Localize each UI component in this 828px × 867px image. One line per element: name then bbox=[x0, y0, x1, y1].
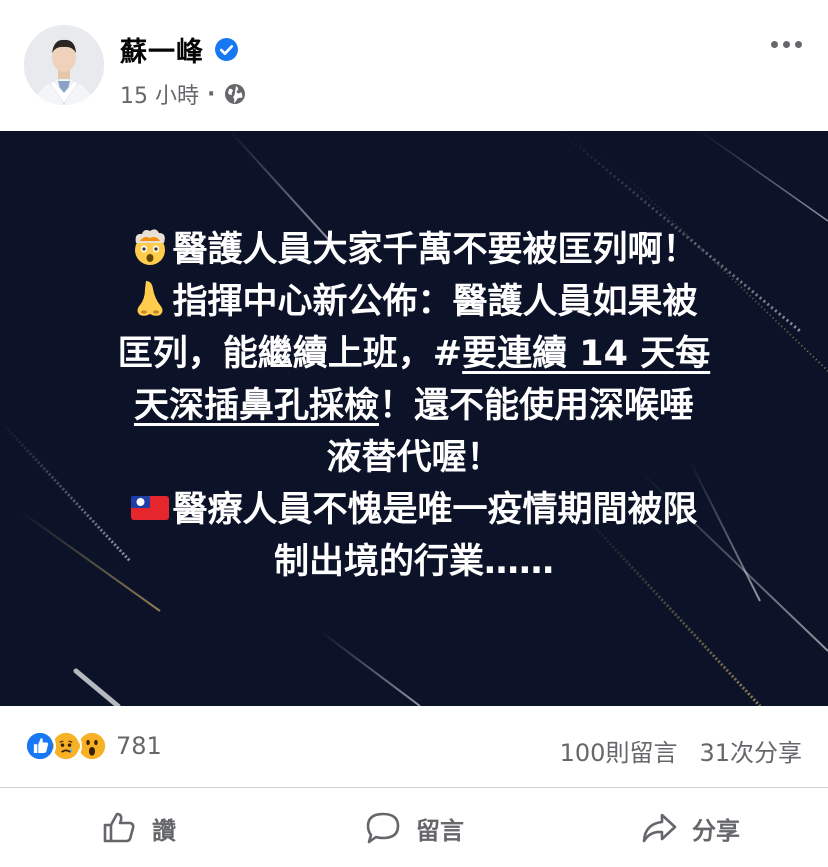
comment-count-link[interactable]: 100則留言 bbox=[560, 733, 678, 768]
text-line-6-content: 醫療人員不愧是唯一疫情期間被限 bbox=[172, 490, 698, 530]
post-image-text: 醫護人員大家千萬不要被匡列啊！ 指揮中心新公佈：醫護人員如果被 匡列，能繼續上班… bbox=[60, 224, 768, 588]
more-dot bbox=[782, 40, 790, 48]
more-options-button[interactable] bbox=[768, 34, 804, 54]
like-reaction-icon bbox=[24, 730, 56, 762]
like-label: 讚 bbox=[152, 816, 176, 845]
verified-badge-icon bbox=[215, 38, 238, 61]
share-arrow-icon bbox=[642, 813, 677, 843]
more-dot bbox=[770, 40, 778, 48]
text-line-7: 制出境的行業…… bbox=[273, 542, 554, 582]
more-dot bbox=[794, 40, 802, 48]
post-header: 蘇一峰 15 小時 · bbox=[0, 0, 828, 131]
like-button[interactable]: 讚 bbox=[0, 789, 276, 867]
share-button[interactable]: 分享 bbox=[552, 789, 828, 867]
post-image[interactable]: 醫護人員大家千萬不要被匡列啊！ 指揮中心新公佈：醫護人員如果被 匡列，能繼續上班… bbox=[0, 131, 828, 706]
author-name[interactable]: 蘇一峰 bbox=[120, 30, 204, 69]
comment-bubble-icon bbox=[366, 812, 400, 844]
reaction-summary[interactable]: 781 bbox=[24, 730, 162, 762]
text-line-2: 指揮中心新公佈：醫護人員如果被 bbox=[60, 276, 768, 328]
text-line-3-start: 匡列，能繼續上班，# bbox=[117, 334, 463, 374]
globe-icon[interactable] bbox=[223, 82, 247, 106]
post-actions: 讚 留言 分享 bbox=[0, 789, 828, 867]
text-line-5: 液替代喔！ bbox=[326, 438, 502, 478]
comment-button[interactable]: 留言 bbox=[276, 789, 552, 867]
thumbs-up-icon bbox=[103, 812, 135, 843]
nose-emoji-icon bbox=[137, 281, 163, 316]
meta-separator: · bbox=[207, 81, 216, 107]
post-stats: 781 100則留言 31次分享 bbox=[0, 706, 828, 788]
taiwan-flag-emoji-icon bbox=[131, 496, 170, 520]
text-line-1-content: 醫護人員大家千萬不要被匡列啊！ bbox=[172, 230, 698, 270]
post-timestamp[interactable]: 15 小時 bbox=[120, 78, 199, 110]
text-line-2-content: 指揮中心新公佈：醫護人員如果被 bbox=[172, 282, 698, 322]
text-line-1: 醫護人員大家千萬不要被匡列啊！ bbox=[60, 224, 768, 276]
text-line-3-underlined: 要連續 14 天每 bbox=[462, 334, 711, 374]
comment-label: 留言 bbox=[416, 816, 464, 845]
author-avatar[interactable] bbox=[24, 25, 104, 105]
exploding-head-emoji-icon bbox=[135, 229, 166, 265]
text-line-4: 天深插鼻孔採檢！還不能使用深喉唾 bbox=[60, 380, 768, 432]
text-line-3: 匡列，能繼續上班，#要連續 14 天每 bbox=[60, 328, 768, 380]
text-line-4-end: ！還不能使用深喉唾 bbox=[379, 386, 695, 426]
text-line-6: 醫療人員不愧是唯一疫情期間被限 bbox=[60, 484, 768, 536]
share-label: 分享 bbox=[692, 816, 740, 845]
share-count-link[interactable]: 31次分享 bbox=[699, 733, 802, 768]
text-line-4-underlined: 天深插鼻孔採檢 bbox=[133, 386, 379, 426]
reaction-count: 781 bbox=[116, 732, 162, 760]
